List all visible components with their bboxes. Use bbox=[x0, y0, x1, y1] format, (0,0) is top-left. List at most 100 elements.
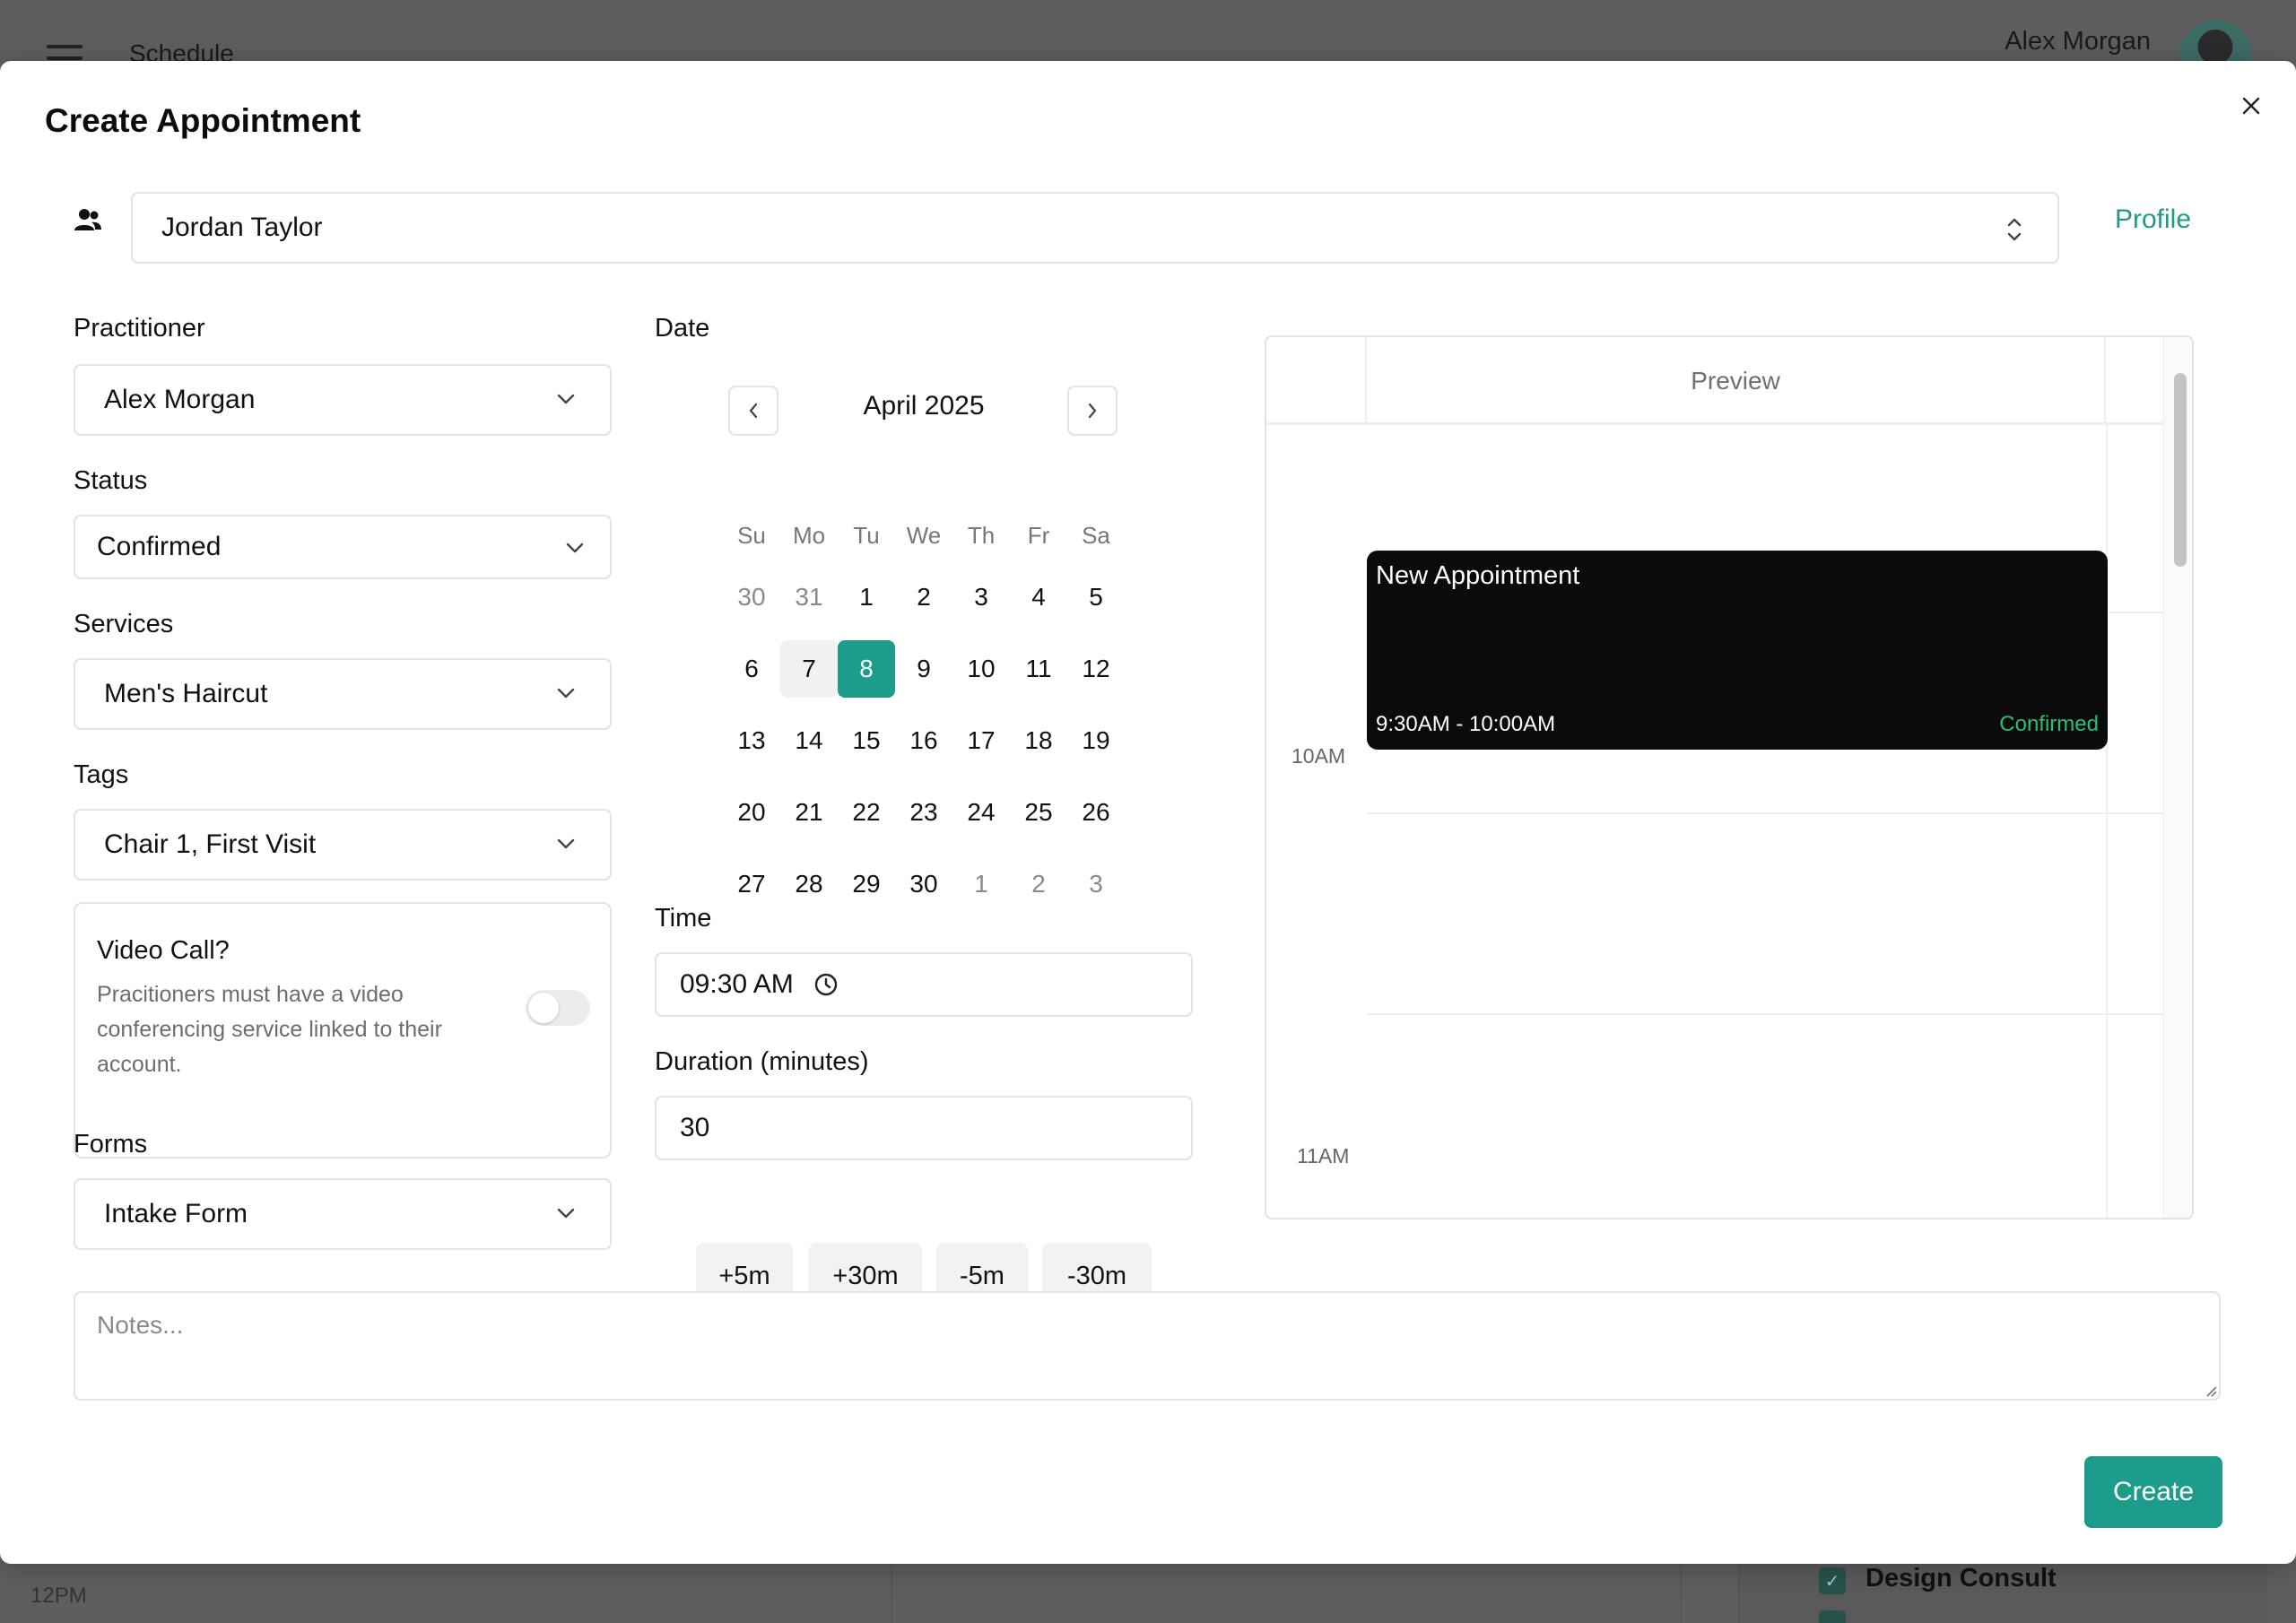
calendar-day[interactable]: 12 bbox=[1067, 640, 1125, 698]
duration-input[interactable]: 30 bbox=[655, 1096, 1193, 1160]
preview-header: Preview bbox=[1266, 337, 2163, 425]
calendar-day[interactable]: 30 bbox=[723, 568, 780, 626]
checkbox-checked-icon[interactable] bbox=[1819, 1610, 1846, 1623]
status-value: Confirmed bbox=[97, 532, 222, 561]
calendar-day[interactable]: 25 bbox=[1010, 784, 1067, 841]
calendar-day[interactable]: 16 bbox=[895, 712, 952, 769]
calendar-day[interactable]: 3 bbox=[952, 568, 1010, 626]
appointment-title: New Appointment bbox=[1376, 561, 1580, 590]
calendar-day[interactable]: 9 bbox=[895, 640, 952, 698]
prev-month-button[interactable] bbox=[728, 386, 778, 436]
calendar-day[interactable]: 30 bbox=[895, 855, 952, 913]
services-label: Services bbox=[74, 610, 174, 638]
calendar-day[interactable]: 6 bbox=[723, 640, 780, 698]
calendar-day[interactable]: 18 bbox=[1010, 712, 1067, 769]
calendar-day[interactable]: 1 bbox=[838, 568, 895, 626]
calendar-day[interactable]: 26 bbox=[1067, 784, 1125, 841]
client-select-value: Jordan Taylor bbox=[161, 213, 323, 242]
video-call-title: Video Call? bbox=[97, 936, 230, 965]
calendar-day[interactable]: 19 bbox=[1067, 712, 1125, 769]
calendar-day[interactable]: 21 bbox=[780, 784, 838, 841]
next-month-button[interactable] bbox=[1067, 386, 1118, 436]
calendar-day[interactable]: 11 bbox=[1010, 640, 1067, 698]
chevron-right-icon bbox=[1088, 403, 1097, 419]
close-button[interactable] bbox=[2235, 90, 2267, 122]
preview-grid-line bbox=[1367, 1013, 2163, 1015]
video-call-toggle[interactable] bbox=[526, 990, 590, 1026]
weekday-label: Mo bbox=[792, 522, 826, 549]
calendar-day[interactable]: 27 bbox=[723, 855, 780, 913]
create-appointment-modal: Create Appointment Jordan Taylor Profile… bbox=[0, 61, 2296, 1564]
practitioner-value: Alex Morgan bbox=[104, 385, 256, 414]
calendar-day[interactable]: 15 bbox=[838, 712, 895, 769]
preview-hour-label: 11AM bbox=[1297, 1144, 1350, 1167]
preview-scrollbar-thumb[interactable] bbox=[2174, 373, 2187, 567]
calendar-day[interactable]: 17 bbox=[952, 712, 1010, 769]
time-label: Time bbox=[655, 904, 712, 933]
video-call-card: Video Call? Pracitioners must have a vid… bbox=[74, 902, 612, 1159]
appointment-time: 9:30AM - 10:00AM bbox=[1376, 712, 1556, 736]
weekday-label: We bbox=[906, 522, 942, 549]
weekday-label: Sa bbox=[1082, 522, 1110, 549]
client-select[interactable]: Jordan Taylor bbox=[131, 192, 2059, 264]
preview-calendar: Preview 10AM 11AM New Appointment 9:30AM… bbox=[1265, 335, 2194, 1219]
chevron-up-down-icon bbox=[2007, 218, 2022, 241]
weekday-label: Su bbox=[737, 522, 766, 549]
create-button[interactable]: Create bbox=[2084, 1456, 2222, 1528]
calendar-day[interactable]: 13 bbox=[723, 712, 780, 769]
chevron-down-icon bbox=[557, 394, 575, 404]
video-call-description: Pracitioners must have a video conferenc… bbox=[97, 982, 442, 1077]
calendar-month: April 2025 bbox=[863, 391, 985, 421]
calendar-day[interactable]: 1 bbox=[952, 855, 1010, 913]
calendar-day[interactable]: 3 bbox=[1067, 855, 1125, 913]
calendar-day[interactable]: 22 bbox=[838, 784, 895, 841]
status-select[interactable]: Confirmed bbox=[74, 515, 612, 579]
weekday-label: Fr bbox=[1027, 522, 1050, 549]
users-icon bbox=[74, 209, 101, 230]
calendar-day[interactable]: 23 bbox=[895, 784, 952, 841]
clock-icon[interactable] bbox=[813, 972, 839, 997]
close-icon bbox=[2242, 97, 2260, 115]
preview-grid-line bbox=[1367, 812, 2163, 814]
user-name: Alex Morgan bbox=[2005, 27, 2151, 56]
modal-title: Create Appointment bbox=[45, 102, 361, 139]
preview-appointment[interactable]: New Appointment 9:30AM - 10:00AM Confirm… bbox=[1367, 551, 2108, 750]
practitioner-select[interactable]: Alex Morgan bbox=[74, 364, 612, 436]
resize-handle-icon[interactable] bbox=[2205, 1384, 2217, 1397]
checkbox-checked-icon[interactable]: ✓ bbox=[1819, 1567, 1846, 1594]
calendar-day[interactable]: 29 bbox=[838, 855, 895, 913]
practitioner-label: Practitioner bbox=[74, 314, 205, 343]
profile-link[interactable]: Profile bbox=[2115, 204, 2191, 235]
calendar-day[interactable]: 8 bbox=[838, 640, 895, 698]
weekday-label: Th bbox=[967, 522, 996, 549]
toggle-knob bbox=[528, 993, 559, 1023]
calendar-day[interactable]: 28 bbox=[780, 855, 838, 913]
preview-hour-label: 10AM bbox=[1292, 744, 1346, 768]
tags-select[interactable]: Chair 1, First Visit bbox=[74, 809, 612, 881]
background-divider bbox=[891, 1564, 892, 1623]
calendar-day[interactable]: 4 bbox=[1010, 568, 1067, 626]
appointment-status: Confirmed bbox=[1999, 712, 2099, 736]
forms-select[interactable]: Intake Form bbox=[74, 1178, 612, 1250]
chevron-down-icon bbox=[566, 542, 584, 553]
services-select[interactable]: Men's Haircut bbox=[74, 658, 612, 730]
preview-title: Preview bbox=[1367, 337, 2106, 425]
calendar-day[interactable]: 20 bbox=[723, 784, 780, 841]
calendar-day[interactable]: 31 bbox=[780, 568, 838, 626]
time-value: 09:30 AM bbox=[680, 969, 794, 999]
time-input[interactable]: 09:30 AM bbox=[655, 952, 1193, 1017]
calendar-day[interactable]: 24 bbox=[952, 784, 1010, 841]
calendar-day[interactable]: 7 bbox=[780, 640, 838, 698]
calendar-day[interactable]: 5 bbox=[1067, 568, 1125, 626]
notes-textarea[interactable] bbox=[74, 1291, 2221, 1401]
calendar-day[interactable]: 2 bbox=[895, 568, 952, 626]
duration-label: Duration (minutes) bbox=[655, 1047, 869, 1076]
calendar-day[interactable]: 14 bbox=[780, 712, 838, 769]
weekday-label: Tu bbox=[853, 522, 880, 549]
duration-value: 30 bbox=[680, 1113, 710, 1142]
filter-item-label: Design Consult bbox=[1866, 1564, 2057, 1593]
background-divider bbox=[1680, 1564, 1682, 1623]
calendar-day[interactable]: 10 bbox=[952, 640, 1010, 698]
preview-header-gutter bbox=[1266, 337, 1367, 425]
calendar-day[interactable]: 2 bbox=[1010, 855, 1067, 913]
